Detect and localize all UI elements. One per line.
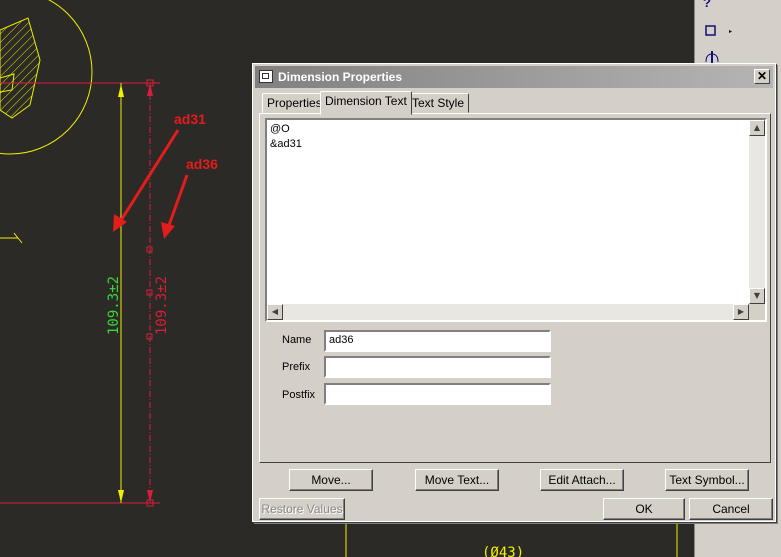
- restore-values-button: Restore Values: [259, 498, 345, 520]
- scroll-down-icon[interactable]: ▼: [749, 288, 765, 304]
- text-line: @O: [270, 123, 290, 135]
- move-text-button[interactable]: Move Text...: [415, 469, 499, 491]
- edit-attach-button[interactable]: Edit Attach...: [540, 469, 624, 491]
- tab-dimension-text[interactable]: Dimension Text: [320, 91, 412, 115]
- tab-properties[interactable]: Properties: [262, 93, 327, 113]
- close-button[interactable]: ✕: [754, 69, 770, 84]
- hatched-section: [0, 17, 41, 119]
- move-button[interactable]: Move...: [289, 469, 373, 491]
- text-symbol-button[interactable]: Text Symbol...: [665, 469, 749, 491]
- dimension-properties-dialog: Dimension Properties ✕ Properties Dimens…: [252, 63, 776, 522]
- scroll-left-icon[interactable]: ◀: [267, 304, 283, 320]
- ok-button[interactable]: OK: [603, 498, 685, 520]
- rectangle-flyout-icon[interactable]: [705, 24, 733, 41]
- dimension-text-red[interactable]: 109.3±2: [154, 276, 170, 335]
- annotation-label-ad36: ad36: [186, 156, 218, 172]
- dialog-app-icon: [259, 70, 273, 83]
- postfix-field[interactable]: [324, 383, 551, 405]
- scroll-right-icon[interactable]: ▶: [733, 304, 749, 320]
- arrowhead-red-top: [147, 83, 153, 96]
- annotation-arrow-ad31: [118, 129, 180, 223]
- prefix-label: Prefix: [282, 361, 311, 373]
- annotation-label-ad31: ad31: [174, 111, 206, 127]
- tab-text-style[interactable]: Text Style: [407, 93, 470, 113]
- arrowhead-yellow-top: [118, 84, 124, 97]
- arrowhead-red-bottom: [147, 490, 153, 503]
- scrollbar-corner: [749, 304, 765, 320]
- cancel-button[interactable]: Cancel: [689, 498, 773, 520]
- annotation-arrow-ad36: [166, 174, 189, 229]
- dialog-title: Dimension Properties: [278, 70, 403, 84]
- text-line: &ad31: [270, 138, 302, 150]
- name-label: Name: [282, 334, 312, 346]
- scroll-up-icon[interactable]: ▲: [749, 120, 765, 136]
- dimension-text-green[interactable]: 109.3±2: [106, 276, 122, 335]
- vertical-scrollbar[interactable]: ▲ ▼: [749, 120, 765, 304]
- annotation-arrowhead-ad36: [161, 222, 175, 239]
- name-field[interactable]: ad36: [324, 330, 551, 352]
- arrowhead-yellow-bottom: [118, 490, 124, 503]
- help-icon[interactable]: ?: [703, 0, 711, 10]
- bottom-dimension-label: (Ø43): [482, 545, 524, 557]
- dialog-titlebar[interactable]: Dimension Properties ✕: [255, 66, 773, 88]
- postfix-label: Postfix: [282, 389, 316, 401]
- horizontal-scrollbar[interactable]: ◀ ▶: [267, 304, 749, 320]
- prefix-field[interactable]: [324, 356, 551, 378]
- dimension-text-editor[interactable]: @O &ad31 ▲ ▼ ◀ ▶: [265, 118, 767, 322]
